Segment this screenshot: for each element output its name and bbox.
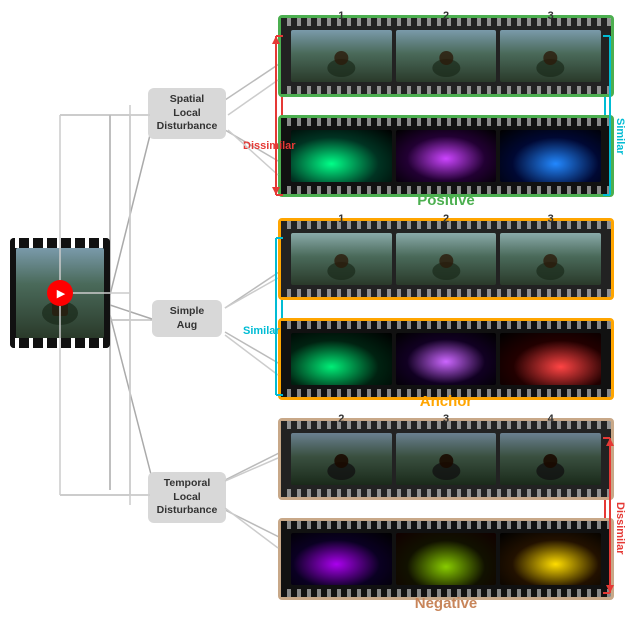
negative-bottom-filmstrip	[278, 518, 614, 600]
temporal-local-text: TemporalLocalDisturbance	[157, 477, 218, 516]
negative-top-filmstrip: 2 3 4	[278, 418, 614, 500]
anchor-top-filmstrip: 1 2 3	[278, 218, 614, 300]
positive-bottom-filmstrip	[278, 115, 614, 197]
positive-label: Positive	[278, 192, 614, 210]
spatial-local-label: Spatial Local Disturbance	[148, 88, 226, 139]
similar-label-2: Similar	[243, 325, 280, 337]
play-button[interactable]: ▶	[47, 280, 73, 306]
anchor-bottom-filmstrip	[278, 318, 614, 400]
similar-label-1: Similar	[614, 118, 626, 155]
dissimilar-label-1: Dissimilar	[243, 140, 296, 152]
frame-num-3: 3	[548, 10, 554, 22]
frame-num-2: 2	[443, 10, 449, 22]
dissimilar-label-2: Dissimilar	[614, 502, 626, 555]
diagram-container: ▶ Spatial Local Disturbance SimpleAug Te…	[0, 0, 626, 639]
simple-aug-text: SimpleAug	[170, 305, 204, 331]
frame-num-1: 1	[338, 10, 344, 22]
simple-aug-label: SimpleAug	[152, 300, 222, 337]
positive-top-filmstrip: 1 2 3	[278, 15, 614, 97]
temporal-local-label: TemporalLocalDisturbance	[148, 472, 226, 523]
anchor-label: Anchor	[278, 393, 614, 411]
source-video[interactable]: ▶	[10, 238, 110, 348]
negative-label: Negative	[278, 595, 614, 613]
